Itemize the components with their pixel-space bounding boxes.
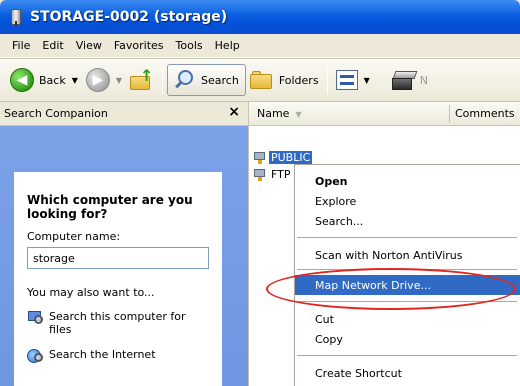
back-label: Back	[39, 73, 66, 87]
menu-item-scan-antivirus[interactable]: Scan with Norton AntiVirus	[295, 245, 520, 265]
views-dropdown-icon[interactable]: ▼	[364, 76, 370, 85]
search-internet-label: Search the Internet	[49, 348, 156, 361]
menu-tools[interactable]: Tools	[170, 39, 209, 52]
folders-button[interactable]: Folders	[246, 64, 323, 96]
search-icon	[174, 69, 196, 91]
list-item-public[interactable]: PUBLIC	[253, 149, 313, 165]
menu-separator	[297, 237, 517, 238]
search-companion-title: Search Companion	[4, 107, 108, 120]
list-item-label: PUBLIC	[269, 150, 313, 164]
views-icon	[335, 70, 358, 90]
list-header: Name ▼ Comments	[248, 102, 520, 126]
also-want-label: You may also want to...	[27, 286, 155, 299]
forward-dropdown-icon[interactable]: ▼	[116, 76, 122, 85]
close-icon[interactable]: ×	[228, 104, 240, 120]
context-menu: Open Explore Search... Scan with Norton …	[294, 164, 520, 386]
search-question: Which computer are you looking for?	[27, 193, 193, 221]
up-folder-icon: ↑	[130, 68, 154, 91]
up-folder-button[interactable]: ↑	[126, 64, 158, 96]
menu-separator	[297, 301, 517, 302]
search-computer-label: Search this computer for files	[49, 310, 186, 336]
menu-item-open[interactable]: Open	[295, 171, 520, 191]
forward-arrow-icon: ▶	[85, 68, 110, 92]
map-drive-button[interactable]: N	[374, 64, 432, 96]
menu-view[interactable]: View	[70, 39, 108, 52]
sort-arrow-icon: ▼	[295, 110, 302, 119]
list-item-ftp[interactable]: FTP	[253, 166, 293, 182]
title-bar[interactable]: STORAGE-0002 (storage)	[0, 0, 520, 34]
search-companion-pane: Which computer are you looking for? Comp…	[0, 126, 248, 386]
menu-item-explore[interactable]: Explore	[295, 191, 520, 211]
window-title: STORAGE-0002 (storage)	[30, 9, 228, 25]
menu-item-create-shortcut[interactable]: Create Shortcut	[295, 363, 520, 383]
menu-separator	[297, 269, 517, 270]
back-button[interactable]: ◀ Back ▼	[6, 64, 82, 96]
search-companion-header: Search Companion ×	[0, 102, 248, 126]
search-label: Search	[201, 73, 239, 87]
menu-help[interactable]: Help	[209, 39, 246, 52]
shared-folder-icon	[253, 167, 267, 181]
search-computer-link[interactable]: Search this computer for files	[27, 310, 217, 336]
computer-name-label: Computer name:	[27, 230, 121, 243]
menu-bar: File Edit View Favorites Tools Help	[0, 34, 520, 58]
column-name-label: Name	[257, 107, 290, 120]
shared-folder-icon	[253, 150, 267, 164]
forward-button[interactable]: ▶ ▼	[82, 64, 126, 96]
network-drive-icon	[391, 67, 418, 93]
toolbar: ◀ Back ▼ ▶ ▼ ↑ Search Folders ▼ N	[0, 59, 520, 101]
network-storage-icon	[8, 8, 24, 26]
search-internet-link[interactable]: Search the Internet	[27, 348, 156, 364]
column-name-header[interactable]: Name ▼	[257, 107, 302, 120]
column-comments-header[interactable]: Comments	[455, 107, 515, 120]
menu-favorites[interactable]: Favorites	[108, 39, 170, 52]
menu-item-map-network-drive[interactable]: Map Network Drive...	[295, 275, 520, 295]
menu-file[interactable]: File	[6, 39, 36, 52]
folder-icon	[249, 71, 274, 89]
views-button[interactable]: ▼	[332, 64, 374, 96]
toolbar-separator	[162, 66, 164, 94]
list-item-label: FTP	[271, 167, 291, 181]
back-arrow-icon: ◀	[10, 68, 34, 92]
back-dropdown-icon[interactable]: ▼	[72, 76, 78, 85]
search-panel: Which computer are you looking for? Comp…	[14, 172, 222, 386]
search-internet-icon	[27, 348, 45, 364]
menu-separator	[297, 355, 517, 356]
map-drive-label: N	[419, 73, 428, 87]
search-button[interactable]: Search	[167, 64, 246, 96]
folders-label: Folders	[278, 73, 319, 87]
search-computer-icon	[27, 310, 45, 326]
computer-name-field[interactable]	[27, 247, 209, 269]
menu-edit[interactable]: Edit	[36, 39, 69, 52]
menu-item-copy[interactable]: Copy	[295, 329, 520, 349]
toolbar-separator-2	[326, 66, 328, 94]
column-divider[interactable]	[449, 105, 450, 123]
menu-item-search[interactable]: Search...	[295, 211, 520, 231]
menu-item-cut[interactable]: Cut	[295, 309, 520, 329]
